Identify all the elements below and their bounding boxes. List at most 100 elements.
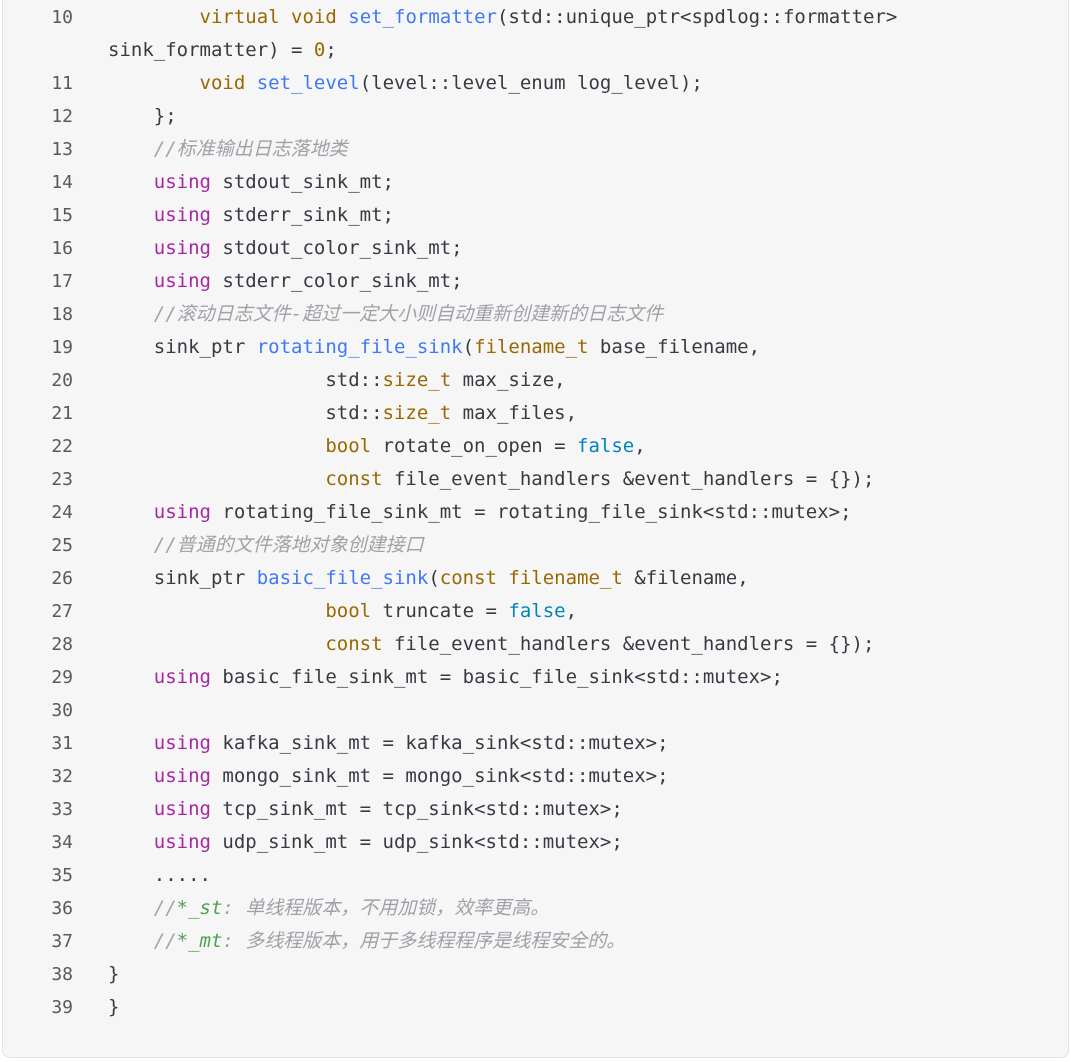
code-token: ..... — [108, 864, 211, 886]
code-token: rotating_file_sink_mt = rotating_file_si… — [210, 501, 852, 523]
line-number: 12 — [51, 106, 73, 127]
code-token: kafka_sink_mt = kafka_sink<std::mutex>; — [210, 732, 669, 754]
line-code: using mongo_sink_mt = mongo_sink<std::mu… — [108, 760, 1060, 793]
code-line: 12 }; — [3, 100, 1068, 133]
code-token: ( — [462, 336, 475, 358]
line-number: 38 — [51, 964, 73, 985]
code-token: stderr_color_sink_mt; — [210, 270, 463, 292]
line-code: void set_level(level::level_enum log_lev… — [108, 67, 1060, 100]
code-line: 23 const file_event_handlers &event_hand… — [3, 463, 1068, 496]
code-line: 18 //滚动日志文件-超过一定大小则自动重新创建新的日志文件 — [3, 298, 1068, 331]
line-code: //滚动日志文件-超过一定大小则自动重新创建新的日志文件 — [108, 298, 1060, 331]
code-token: file_event_handlers &event_handlers = {}… — [382, 468, 875, 490]
code-token: : 多线程版本，用于多线程程序是线程安全的。 — [222, 930, 626, 952]
code-token: max_files, — [451, 402, 578, 424]
code-token: // — [153, 930, 177, 952]
line-code: //*_mt: 多线程版本，用于多线程程序是线程安全的。 — [108, 925, 1060, 958]
code-token: virtual — [199, 6, 280, 28]
code-line: 33 using tcp_sink_mt = tcp_sink<std::mut… — [3, 793, 1068, 826]
code-line: 28 const file_event_handlers &event_hand… — [3, 628, 1068, 661]
line-number: 34 — [51, 832, 73, 853]
code-token: } — [108, 996, 120, 1018]
code-line: 17 using stderr_color_sink_mt; — [3, 265, 1068, 298]
code-line: 32 using mongo_sink_mt = mongo_sink<std:… — [3, 760, 1068, 793]
line-number: 23 — [51, 469, 73, 490]
code-token: //滚动日志文件-超过一定大小则自动重新创建新的日志文件 — [153, 303, 664, 325]
code-token: set_formatter — [348, 6, 497, 28]
line-number: 36 — [51, 898, 73, 919]
line-number: 19 — [51, 337, 73, 358]
line-number: 16 — [51, 238, 73, 259]
line-number: 37 — [51, 931, 73, 952]
line-number: 27 — [51, 601, 73, 622]
line-number: 24 — [51, 502, 73, 523]
code-token: &filename, — [622, 567, 749, 589]
line-number: 11 — [51, 73, 73, 94]
code-line: 16 using stdout_color_sink_mt; — [3, 232, 1068, 265]
line-code: using stderr_color_sink_mt; — [108, 265, 1060, 298]
code-token: using — [153, 270, 211, 292]
line-code: using rotating_file_sink_mt = rotating_f… — [108, 496, 1060, 529]
code-line: 22 bool rotate_on_open = false, — [3, 430, 1068, 463]
code-token: const — [325, 468, 383, 490]
code-line: 35 ..... — [3, 859, 1068, 892]
code-token: using — [153, 831, 211, 853]
line-number: 39 — [51, 997, 73, 1018]
code-token: stdout_color_sink_mt; — [210, 237, 463, 259]
code-token: filename_t — [508, 567, 623, 589]
code-token: basic_file_sink_mt = basic_file_sink<std… — [210, 666, 783, 688]
code-token: rotating_file_sink — [256, 336, 463, 358]
code-token: }; — [108, 105, 177, 127]
line-code: sink_ptr basic_file_sink(const filename_… — [108, 562, 1060, 595]
code-token: using — [153, 798, 211, 820]
code-token: // — [153, 897, 177, 919]
code-token: , — [634, 435, 646, 457]
line-number: 30 — [51, 700, 73, 721]
code-token: false — [577, 435, 635, 457]
code-token: size_t — [382, 402, 452, 424]
code-token: //标准输出日志落地类 — [153, 138, 348, 160]
line-number: 31 — [51, 733, 73, 754]
code-token: size_t — [382, 369, 452, 391]
code-token: *_st — [176, 897, 223, 919]
code-token: using — [153, 666, 211, 688]
code-token: } — [108, 963, 120, 985]
code-token: using — [153, 204, 211, 226]
code-line: 27 bool truncate = false, — [3, 595, 1068, 628]
code-block: 10 virtual void set_formatter(std::uniqu… — [2, 0, 1069, 1058]
code-line: 29 using basic_file_sink_mt = basic_file… — [3, 661, 1068, 694]
line-code: using stdout_color_sink_mt; — [108, 232, 1060, 265]
code-line: 25 //普通的文件落地对象创建接口 — [3, 529, 1068, 562]
line-code: using kafka_sink_mt = kafka_sink<std::mu… — [108, 727, 1060, 760]
code-token: const — [325, 633, 383, 655]
code-line: 13 //标准输出日志落地类 — [3, 133, 1068, 166]
code-token: sink_ptr — [108, 567, 257, 589]
code-token: rotate_on_open = — [371, 435, 578, 457]
code-token: 0 — [313, 39, 326, 61]
code-token: mongo_sink_mt = mongo_sink<std::mutex>; — [210, 765, 669, 787]
code-token: using — [153, 237, 211, 259]
code-token: const — [439, 567, 497, 589]
line-code: using stdout_sink_mt; — [108, 166, 1060, 199]
line-number: 13 — [51, 139, 73, 160]
code-token: ; — [325, 39, 337, 61]
code-token: , — [565, 600, 578, 622]
line-number: 15 — [51, 205, 73, 226]
line-code: //普通的文件落地对象创建接口 — [108, 529, 1060, 562]
code-line: 20 std::size_t max_size, — [3, 364, 1068, 397]
code-token: ( — [428, 567, 440, 589]
code-token: using — [153, 171, 211, 193]
line-number: 28 — [51, 634, 73, 655]
